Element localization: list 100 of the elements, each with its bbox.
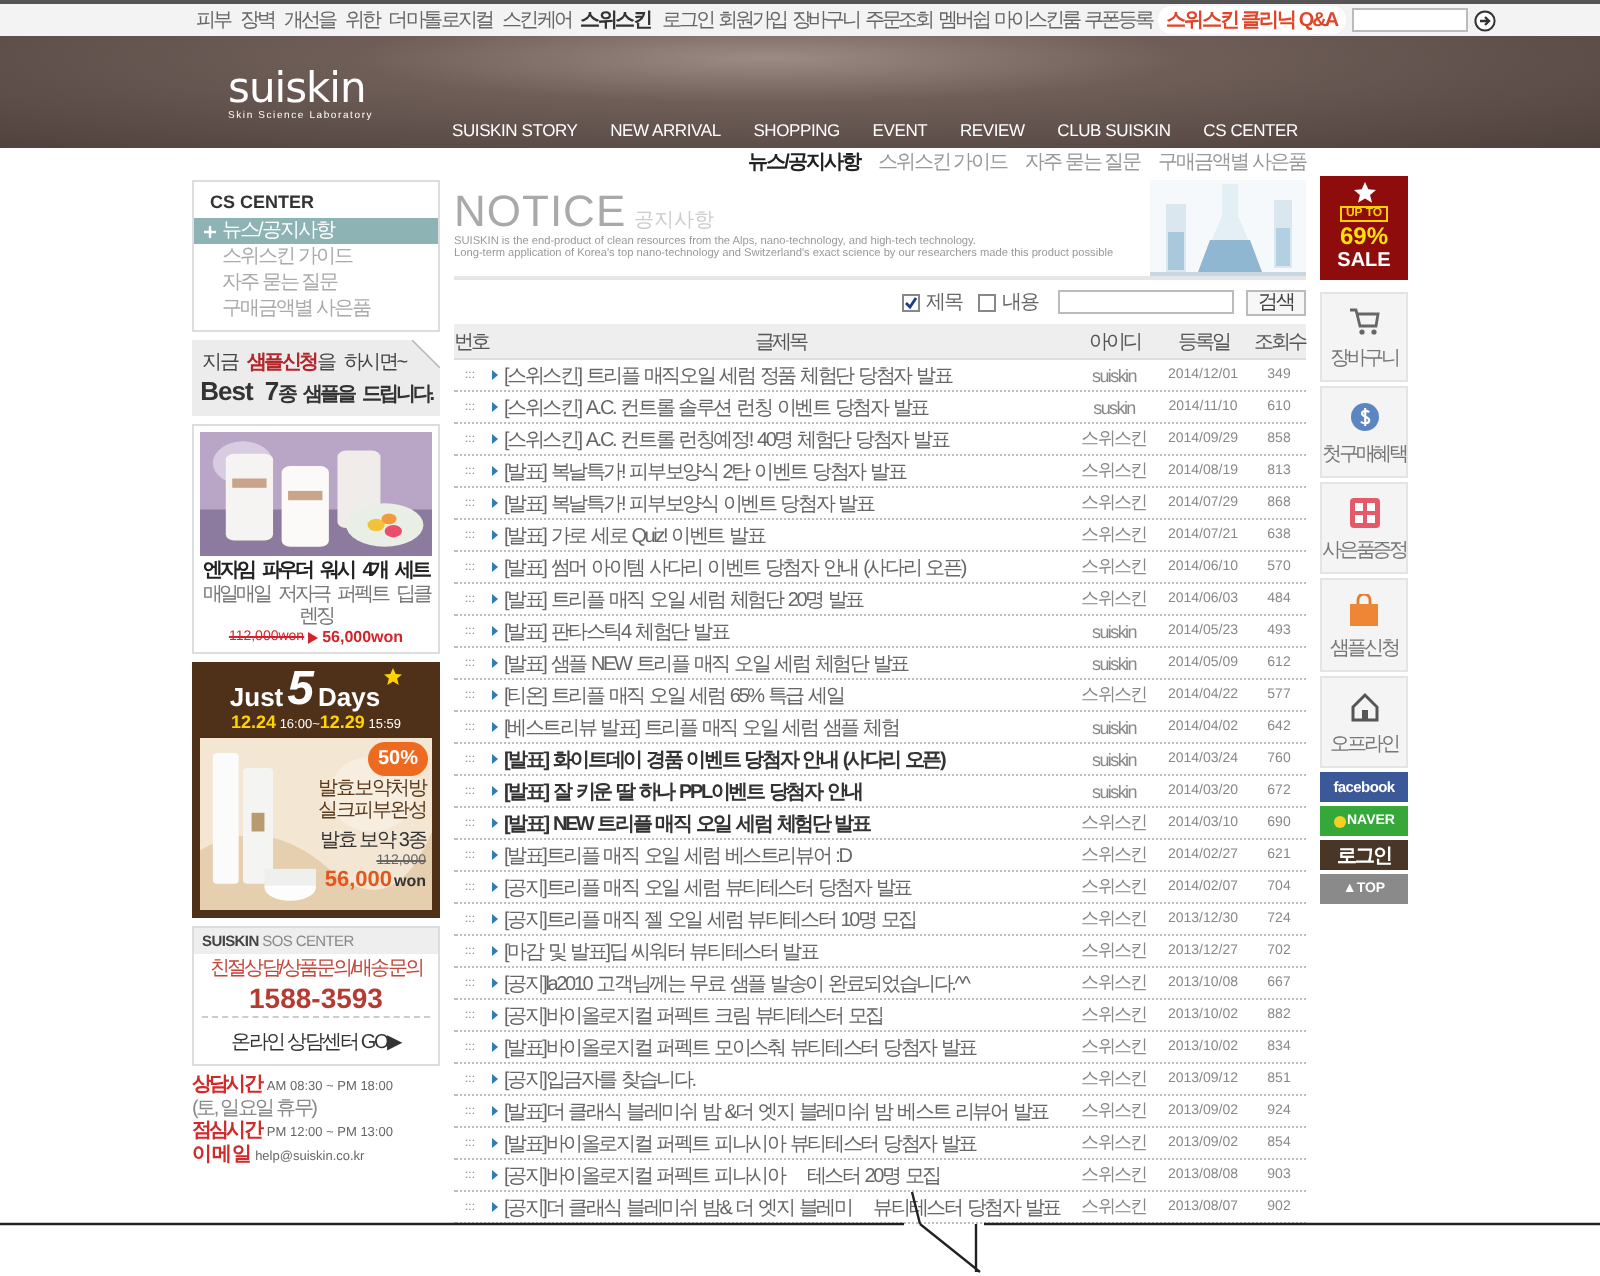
author-cell-text: 스위스킨 bbox=[1079, 1194, 1149, 1220]
post-title-link[interactable]: [발표] 잘 키운 딸 하나 PPL이벤트 당첨자 안내 bbox=[504, 777, 862, 805]
sample-banner[interactable]: 지금 샘플신청을 하시면~ Best 7종 샘플을 드립니다. bbox=[192, 340, 440, 416]
search-field[interactable] bbox=[1058, 290, 1234, 314]
author-cell-text: suskin bbox=[1091, 397, 1137, 417]
search-button[interactable]: 검색 bbox=[1246, 289, 1306, 315]
top-link[interactable]: 쿠폰등록 bbox=[1084, 6, 1152, 34]
post-title-link[interactable]: [발표] 가로 세로 Quiz! 이벤트 발표 bbox=[504, 521, 765, 549]
top-link[interactable]: 멤버쉽 bbox=[938, 6, 989, 34]
top-link[interactable]: 로그인 bbox=[661, 6, 713, 34]
service-text: 친절상담/상품문의/배송문의 bbox=[208, 958, 424, 982]
arrow-icon bbox=[492, 402, 498, 412]
nav-link[interactable]: CS CENTER bbox=[1203, 120, 1298, 140]
author-cell-text: 스위스킨 bbox=[1079, 906, 1149, 932]
post-title-link[interactable]: [발표] 판타스틱4 체험단 발표 bbox=[504, 617, 729, 645]
arrow-circle-icon[interactable] bbox=[1473, 9, 1496, 31]
login-button[interactable]: 로그인 bbox=[1320, 840, 1408, 870]
post-title-link[interactable]: [발표]바이올로지컬 퍼펙트 피나시아 뷰티테스터 당첨자 발표 bbox=[504, 1129, 977, 1157]
post-title-link[interactable]: [발표] 썸머 아이템 사다리 이벤트 당첨자 안내 (사다리 오픈) bbox=[504, 553, 965, 581]
page-curl-icon bbox=[412, 340, 440, 368]
sale-price: 56,000won bbox=[322, 628, 404, 646]
author-cell-text: 스위스킨 bbox=[1079, 1066, 1149, 1092]
post-title-link[interactable]: [발표] 복날특가! 피부보양식 2탄 이벤트 당첨자 발표 bbox=[504, 457, 906, 485]
nav-link[interactable]: CLUB SUISKIN bbox=[1057, 120, 1171, 140]
author-cell-text: 스위스킨 bbox=[1079, 554, 1149, 580]
author-cell-text: 스위스킨 bbox=[1079, 426, 1149, 452]
arrow-icon bbox=[492, 658, 498, 668]
post-title-link[interactable]: [발표]바이올로지컬 퍼펙트 모이스춰 뷰티테스터 당첨자 발표 bbox=[504, 1033, 977, 1061]
plus-icon bbox=[204, 225, 216, 237]
author-cell-text: 스위스킨 bbox=[1079, 810, 1149, 836]
post-title-link[interactable]: [스위스킨] A.C. 컨트롤 런칭예정! 40명 체험단 당첨자 발표 bbox=[504, 425, 949, 453]
post-title-link[interactable]: [공지]바이올로지컬 퍼펙트 크림 뷰티테스터 모집 bbox=[504, 1001, 883, 1029]
banner-text: Just bbox=[229, 684, 284, 712]
star-icon bbox=[384, 668, 403, 686]
checkbox[interactable] bbox=[902, 293, 920, 311]
quick-menu-item[interactable]: 사은품증정 bbox=[1320, 482, 1408, 574]
search-field[interactable] bbox=[1351, 8, 1468, 32]
slogan-text: 실크피부완성 bbox=[318, 800, 426, 822]
top-link[interactable]: 회원가입 bbox=[718, 6, 786, 34]
top-link[interactable]: 장바구니 bbox=[791, 6, 859, 34]
top-link[interactable]: 마이스킨룸 bbox=[994, 6, 1079, 34]
post-title-link[interactable]: [발표] 트리플 매직 오일 세럼 체험단 20명 발표 bbox=[504, 585, 864, 613]
arrow-icon bbox=[492, 850, 498, 860]
arrow-icon bbox=[492, 818, 498, 828]
author-cell-text: suiskin bbox=[1090, 717, 1139, 737]
contact-label: 상담시간 bbox=[192, 1074, 261, 1096]
author-cell-text: 스위스킨 bbox=[1079, 938, 1149, 964]
author-cell-text: suiskin bbox=[1090, 653, 1139, 673]
nav-link[interactable]: SHOPPING bbox=[753, 120, 840, 140]
post-title-link[interactable]: [공지]입금자를 찾습니다. bbox=[504, 1065, 695, 1093]
nav-link[interactable]: SUISKIN STORY bbox=[452, 120, 578, 140]
post-title-link[interactable]: [스위스킨] A.C. 컨트롤 솔루션 런칭 이벤트 당첨자 발표 bbox=[504, 393, 928, 421]
post-title-link[interactable]: [발표] 샘플 NEW 트리플 매직 오일 세럼 체험단 발표 bbox=[504, 649, 908, 677]
arrow-icon bbox=[308, 631, 319, 643]
arrow-icon bbox=[492, 978, 498, 988]
post-title-link[interactable]: [마감 및 발표]딥 씨워터 뷰티테스터 발표 bbox=[504, 937, 818, 965]
quick-menu-item[interactable]: 오프라인 bbox=[1320, 676, 1408, 768]
author-cell-text: suiskin bbox=[1090, 781, 1139, 801]
arrow-icon bbox=[492, 594, 498, 604]
sub-nav-link[interactable]: 뉴스/공지사항 bbox=[748, 148, 860, 176]
arrow-icon bbox=[492, 1138, 498, 1148]
product-title: 엔자임 파우더 워시 4개 세트 bbox=[200, 560, 432, 584]
author-cell-text: 스위스킨 bbox=[1079, 522, 1149, 548]
banner-text: 지금 샘플신청을 하시면~ bbox=[200, 350, 409, 376]
post-title-link[interactable]: [티온] 트리플 매직 오일 세럼 65% 특급 세일 bbox=[504, 681, 844, 709]
post-title-link[interactable]: [발표]더 클래식 블레미쉬 밤 &더 엣지 블레미쉬 밤 베스트 리뷰어 발표 bbox=[504, 1097, 1049, 1125]
quick-menu-item[interactable]: 샘플신청 bbox=[1320, 578, 1408, 672]
arrow-icon bbox=[492, 946, 498, 956]
author-cell-text: suiskin bbox=[1090, 365, 1139, 385]
checkbox-label: 내용 bbox=[1002, 290, 1038, 316]
nav-link[interactable]: REVIEW bbox=[959, 120, 1025, 140]
checkbox[interactable] bbox=[978, 293, 996, 311]
top-link[interactable]: 주문조회 bbox=[864, 6, 933, 34]
nav-link[interactable]: NEW ARRIVAL bbox=[610, 120, 721, 140]
post-title-link[interactable]: [발표] 복날특가! 피부보양식 이벤트 당첨자 발표 bbox=[504, 489, 874, 517]
post-title-link[interactable]: 테스터 20명 모집 bbox=[806, 1161, 941, 1189]
panel-title: CS CENTER bbox=[208, 192, 317, 216]
logo[interactable]: suiskin bbox=[228, 68, 440, 108]
post-title-link[interactable]: [공지]la2010 고객님께는 무료 샘플 발송이 완료되었습니다.^^ bbox=[504, 969, 969, 997]
post-title-link[interactable]: [베스트리뷰 발표] 트리플 매직 오일 세럼 샘플 체험 bbox=[504, 713, 899, 741]
post-title-link[interactable]: [스위스킨] 트리플 매직오일 세럼 정품 체험단 당첨자 발표 bbox=[504, 361, 952, 389]
clinic-link[interactable]: 스위스킨 클리닉 Q&A bbox=[1157, 6, 1346, 34]
quick-menu-item[interactable]: 첫구매혜택 bbox=[1320, 386, 1408, 478]
page-title: NOTICE bbox=[454, 188, 627, 236]
arrow-icon bbox=[492, 626, 498, 636]
author-cell-text: 스위스킨 bbox=[1079, 1162, 1149, 1188]
nav-link[interactable]: EVENT bbox=[872, 120, 928, 140]
quick-menu-item[interactable]: 장바구니 bbox=[1320, 292, 1408, 382]
post-title-link[interactable]: [공지]바이올로지컬 퍼펙트 피나시아 bbox=[504, 1161, 785, 1189]
post-title-link[interactable]: [발표] NEW 트리플 매직 오일 세럼 체험단 발표 bbox=[504, 809, 870, 837]
post-title-link[interactable]: [공지]트리플 매직 오일 세럼 뷰티테스터 당첨자 발표 bbox=[504, 873, 911, 901]
post-title-link[interactable]: [발표] 화이트데이 경품 이벤트 당첨자 안내 (사다리 오픈) bbox=[504, 745, 945, 773]
post-title-link[interactable]: [공지]트리플 매직 젤 오일 세럼 뷰티테스터 10명 모집 bbox=[504, 905, 916, 933]
post-title-link[interactable]: [발표]트리플 매직 오일 세럼 베스트리뷰어 :D bbox=[504, 841, 851, 869]
post-title-link[interactable]: [공지]더 클래식 블레미쉬 밤& 더 엣지 블레미 bbox=[504, 1193, 852, 1221]
online-help-link[interactable]: 온라인 상담센터 GO▶ bbox=[231, 1032, 401, 1054]
slogan-text: 발효보약처방 bbox=[318, 778, 426, 800]
column-header: 등록일 bbox=[1175, 329, 1232, 355]
sub-nav-link[interactable]: 스위스킨 가이드 bbox=[877, 148, 1008, 176]
column-header: 번호 bbox=[454, 329, 486, 355]
